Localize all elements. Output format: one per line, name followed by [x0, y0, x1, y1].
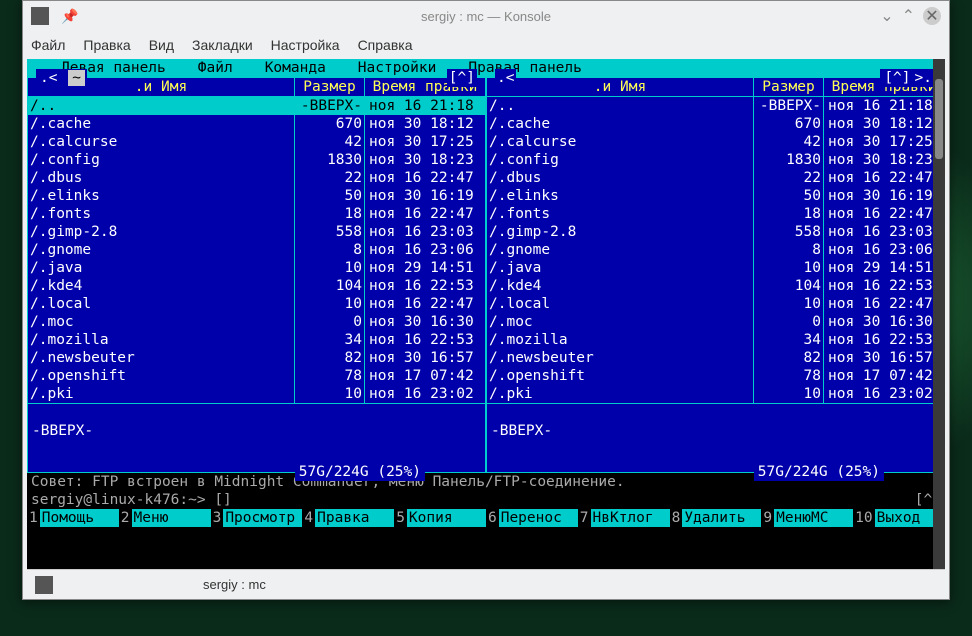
file-row[interactable]: /.calcurse42ноя 30 17:25 — [487, 133, 944, 151]
taskbar-label[interactable]: sergiy : mc — [203, 577, 266, 592]
file-row[interactable]: /.cache670ноя 30 18:12 — [487, 115, 944, 133]
file-row[interactable]: /.pki10ноя 16 23:02 — [487, 385, 944, 403]
menu-help[interactable]: Справка — [358, 37, 413, 53]
titlebar[interactable]: 📌 sergiy : mc — Konsole ⌄ ⌃ ✕ — [23, 1, 949, 31]
file-row[interactable]: /.moc0ноя 30 16:30 — [487, 313, 944, 331]
pin-icon[interactable]: 📌 — [61, 8, 78, 25]
fkey-8[interactable]: 8Удалить — [670, 509, 762, 527]
fkey-4[interactable]: 4Правка — [302, 509, 394, 527]
app-icon — [31, 7, 49, 25]
panel-corner[interactable]: [^]>. — [880, 69, 936, 87]
mc-panels: .< ~ [^] .и ИмяРазмерВремя правки/..-ВВЕ… — [27, 77, 945, 473]
file-row[interactable]: /.dbus22ноя 16 22:47 — [28, 169, 485, 187]
file-row[interactable]: /.openshift78ноя 17 07:42 — [28, 367, 485, 385]
file-row[interactable]: /.mozilla34ноя 16 22:53 — [487, 331, 944, 349]
minimize-icon[interactable]: ⌄ — [880, 6, 893, 26]
file-row[interactable]: /.moc0ноя 30 16:30 — [28, 313, 485, 331]
menu-edit[interactable]: Правка — [83, 37, 130, 53]
fkey-1[interactable]: 1Помощь — [27, 509, 119, 527]
taskbar-app-icon[interactable] — [35, 576, 53, 594]
fkey-2[interactable]: 2Меню — [119, 509, 211, 527]
fkey-6[interactable]: 6Перенос — [486, 509, 578, 527]
menu-bookmarks[interactable]: Закладки — [192, 37, 253, 53]
file-row[interactable]: /.kde4104ноя 16 22:53 — [487, 277, 944, 295]
prompt-text: sergiy@linux-k476:~> [] — [31, 491, 232, 509]
terminal-area[interactable]: Левая панель Файл Команда Настройки Прав… — [27, 59, 945, 589]
file-row[interactable]: /.java10ноя 29 14:51 — [28, 259, 485, 277]
fkey-9[interactable]: 9МенюМС — [761, 509, 853, 527]
file-row[interactable]: /.calcurse42ноя 30 17:25 — [28, 133, 485, 151]
file-row[interactable]: /.gimp-2.8558ноя 16 23:03 — [28, 223, 485, 241]
shell-prompt[interactable]: sergiy@linux-k476:~> [] [^] — [27, 491, 945, 509]
taskbar: sergiy : mc — [27, 569, 945, 599]
file-row[interactable]: /..-ВВЕРХ-ноя 16 21:18 — [28, 97, 485, 115]
file-row[interactable]: /.java10ноя 29 14:51 — [487, 259, 944, 277]
file-row[interactable]: /.gnome8ноя 16 23:06 — [487, 241, 944, 259]
home-button[interactable]: ~ — [68, 70, 85, 86]
menu-view[interactable]: Вид — [149, 37, 174, 53]
konsole-window: 📌 sergiy : mc — Konsole ⌄ ⌃ ✕ Файл Правк… — [22, 0, 950, 600]
file-row[interactable]: /.kde4104ноя 16 22:53 — [28, 277, 485, 295]
file-row[interactable]: /.pki10ноя 16 23:02 — [28, 385, 485, 403]
fkey-3[interactable]: 3Просмотр — [211, 509, 303, 527]
fkey-5[interactable]: 5Копия — [394, 509, 486, 527]
file-row[interactable]: /.mozilla34ноя 16 22:53 — [28, 331, 485, 349]
file-row[interactable]: /.openshift78ноя 17 07:42 — [487, 367, 944, 385]
panel-status: -ВВЕРХ-57G/224G (25%) — [28, 403, 485, 439]
file-row[interactable]: /.gimp-2.8558ноя 16 23:03 — [487, 223, 944, 241]
file-row[interactable]: /.fonts18ноя 16 22:47 — [487, 205, 944, 223]
fkey-7[interactable]: 7НвКтлог — [578, 509, 670, 527]
right-panel[interactable]: .< [^]>. .и ИмяРазмерВремя правки/..-ВВЕ… — [486, 77, 945, 473]
file-row[interactable]: /.dbus22ноя 16 22:47 — [487, 169, 944, 187]
window-title: sergiy : mc — Konsole — [23, 9, 949, 24]
scrollbar-thumb[interactable] — [935, 79, 943, 159]
maximize-icon[interactable]: ⌃ — [902, 6, 915, 26]
file-row[interactable]: /.local10ноя 16 22:47 — [28, 295, 485, 313]
terminal-scrollbar[interactable] — [933, 59, 945, 589]
file-row[interactable]: /.newsbeuter82ноя 30 16:57 — [487, 349, 944, 367]
panel-arrow-left[interactable]: .< — [495, 69, 516, 87]
file-row[interactable]: /.elinks50ноя 30 16:19 — [487, 187, 944, 205]
panel-status: -ВВЕРХ-57G/224G (25%) — [487, 403, 944, 439]
function-keys: 1Помощь2Меню3Просмотр4Правка5Копия6Перен… — [27, 509, 945, 527]
menu-file[interactable]: Файл — [31, 37, 65, 53]
file-row[interactable]: /.config1830ноя 30 18:23 — [28, 151, 485, 169]
file-row[interactable]: /.local10ноя 16 22:47 — [487, 295, 944, 313]
file-row[interactable]: /..-ВВЕРХ-ноя 16 21:18 — [487, 97, 944, 115]
panel-arrow-left[interactable]: .< ~ — [36, 69, 87, 87]
menu-settings[interactable]: Настройка — [271, 37, 340, 53]
left-panel[interactable]: .< ~ [^] .и ИмяРазмерВремя правки/..-ВВЕ… — [27, 77, 486, 473]
panel-corner[interactable]: [^] — [447, 69, 477, 87]
file-row[interactable]: /.fonts18ноя 16 22:47 — [28, 205, 485, 223]
file-row[interactable]: /.elinks50ноя 30 16:19 — [28, 187, 485, 205]
file-row[interactable]: /.newsbeuter82ноя 30 16:57 — [28, 349, 485, 367]
file-row[interactable]: /.cache670ноя 30 18:12 — [28, 115, 485, 133]
fkey-10[interactable]: 10Выход — [853, 509, 945, 527]
close-icon[interactable]: ✕ — [923, 7, 941, 25]
file-row[interactable]: /.config1830ноя 30 18:23 — [487, 151, 944, 169]
app-menubar: Файл Правка Вид Закладки Настройка Справ… — [23, 31, 949, 59]
file-row[interactable]: /.gnome8ноя 16 23:06 — [28, 241, 485, 259]
